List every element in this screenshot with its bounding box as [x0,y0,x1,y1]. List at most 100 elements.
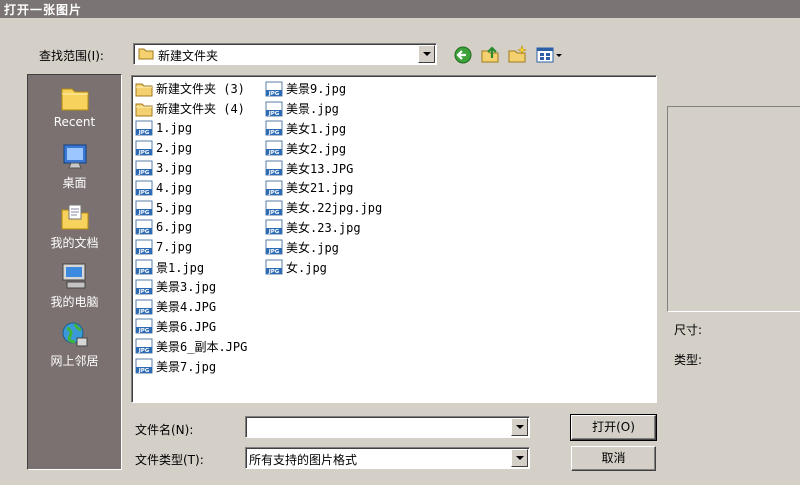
file-name: 美女21.jpg [286,181,354,196]
jpg-file-icon: JPG [265,219,283,235]
file-name: 女.jpg [286,260,327,275]
jpg-file-icon: JPG [265,259,283,275]
file-item[interactable]: 新建文件夹 (4) [135,99,247,119]
svg-text:JPG: JPG [138,289,150,295]
file-name: 美女13.JPG [286,161,354,176]
file-item[interactable]: JPG 美景7.jpg [135,356,247,376]
places-network[interactable]: 网上邻居 [28,320,121,369]
network-icon [62,322,87,347]
svg-text:JPG: JPG [268,229,280,235]
file-name: 新建文件夹 (3) [156,82,245,97]
file-item[interactable]: 新建文件夹 (3) [135,79,247,99]
svg-text:JPG: JPG [138,130,150,136]
file-name: 美景.jpg [286,102,339,117]
jpg-file-icon: JPG [135,219,153,235]
file-item[interactable]: JPG 美女.22jpg.jpg [265,198,382,218]
folder-icon [135,101,153,117]
file-item[interactable]: JPG 美景6.JPG [135,317,247,337]
file-item[interactable]: JPG 美女.jpg [265,237,382,257]
window-title: 打开一张图片 [4,3,83,17]
jpg-file-icon: JPG [265,140,283,156]
file-item[interactable]: JPG 美女.23.jpg [265,218,382,238]
file-item[interactable]: JPG 女.jpg [265,257,382,277]
svg-text:JPG: JPG [268,111,280,117]
svg-text:JPG: JPG [268,150,280,156]
file-name: 美景3.jpg [156,280,217,295]
title-bar[interactable]: 打开一张图片 [0,0,800,18]
svg-text:JPG: JPG [268,210,280,216]
file-name: 美景6.JPG [156,319,217,334]
filetype-label: 文件类型(T): [135,453,204,467]
file-item[interactable]: JPG 5.jpg [135,198,247,218]
file-item[interactable]: JPG 美景4.JPG [135,297,247,317]
file-item[interactable]: JPG 4.jpg [135,178,247,198]
recent-icon [61,88,88,111]
jpg-file-icon: JPG [265,239,283,255]
file-name: 美女.22jpg.jpg [286,201,383,216]
jpg-file-icon: JPG [265,160,283,176]
file-item[interactable]: JPG 美女2.jpg [265,138,382,158]
file-column-1: 新建文件夹 (3) 新建文件夹 (4) JPG 1.jpg JPG 2.jpg … [135,79,247,376]
jpg-file-icon: JPG [135,120,153,136]
places-desktop[interactable]: 桌面 [28,142,121,191]
svg-text:JPG: JPG [268,249,280,255]
svg-text:JPG: JPG [268,190,280,196]
file-name: 6.jpg [156,220,193,235]
svg-text:JPG: JPG [138,249,150,255]
file-item[interactable]: JPG 美景9.jpg [265,79,382,99]
jpg-file-icon: JPG [135,239,153,255]
chevron-down-icon[interactable] [511,449,528,467]
file-item[interactable]: JPG 美景6_副本.JPG [135,336,247,356]
file-item[interactable]: JPG 美女13.JPG [265,158,382,178]
file-item[interactable]: JPG 3.jpg [135,158,247,178]
file-name: 4.jpg [156,180,193,195]
file-item[interactable]: JPG 7.jpg [135,237,247,257]
file-item[interactable]: JPG 美女21.jpg [265,178,382,198]
preview-type-label: 类型: [674,353,703,367]
file-name: 5.jpg [156,200,193,215]
filetype-value: 所有支持的图片格式 [249,453,358,467]
cancel-button[interactable]: 取消 [571,446,656,471]
open-button[interactable]: 打开(O) [570,414,657,441]
look-in-dropdown[interactable]: 新建文件夹 [133,43,437,65]
svg-text:JPG: JPG [138,170,150,176]
svg-text:JPG: JPG [138,150,150,156]
jpg-file-icon: JPG [135,259,153,275]
jpg-file-icon: JPG [135,358,153,374]
places-my-computer[interactable]: 我的电脑 [28,261,121,310]
svg-text:JPG: JPG [268,130,280,136]
file-item[interactable]: JPG 美女1.jpg [265,119,382,139]
chevron-down-icon[interactable] [511,418,528,436]
new-folder-icon[interactable] [507,45,527,65]
file-name: 美景9.jpg [286,82,347,97]
up-folder-icon[interactable] [480,44,500,64]
jpg-file-icon: JPG [265,200,283,216]
filename-input[interactable] [245,416,530,438]
file-name: 美景4.JPG [156,300,217,315]
file-item[interactable]: JPG 1.jpg [135,119,247,139]
filetype-select[interactable]: 所有支持的图片格式 [245,447,530,469]
places-recent[interactable]: Recent [28,83,121,129]
file-name: 2.jpg [156,141,193,156]
file-list[interactable]: 新建文件夹 (3) 新建文件夹 (4) JPG 1.jpg JPG 2.jpg … [131,75,657,403]
filename-label: 文件名(N): [135,423,194,437]
file-item[interactable]: JPG 2.jpg [135,138,247,158]
places-my-documents[interactable]: 我的文档 [28,202,121,251]
svg-text:JPG: JPG [138,190,150,196]
chevron-down-icon[interactable] [418,45,435,63]
views-menu-icon[interactable] [536,45,564,65]
my-computer-icon [62,263,85,289]
look-in-label: 查找范围(I): [39,49,104,63]
look-in-value: 新建文件夹 [158,49,219,63]
svg-text:JPG: JPG [138,328,150,334]
file-item[interactable]: JPG 美景.jpg [265,99,382,119]
file-item[interactable]: JPG 6.jpg [135,218,247,238]
back-arrow-icon[interactable] [453,45,473,65]
svg-text:JPG: JPG [138,368,150,374]
file-item[interactable]: JPG 景1.jpg [135,257,247,277]
file-item[interactable]: JPG 美景3.jpg [135,277,247,297]
folder-icon [135,81,153,97]
places-desktop-label: 桌面 [62,176,87,190]
preview-size-label: 尺寸: [674,323,703,337]
jpg-file-icon: JPG [135,299,153,315]
